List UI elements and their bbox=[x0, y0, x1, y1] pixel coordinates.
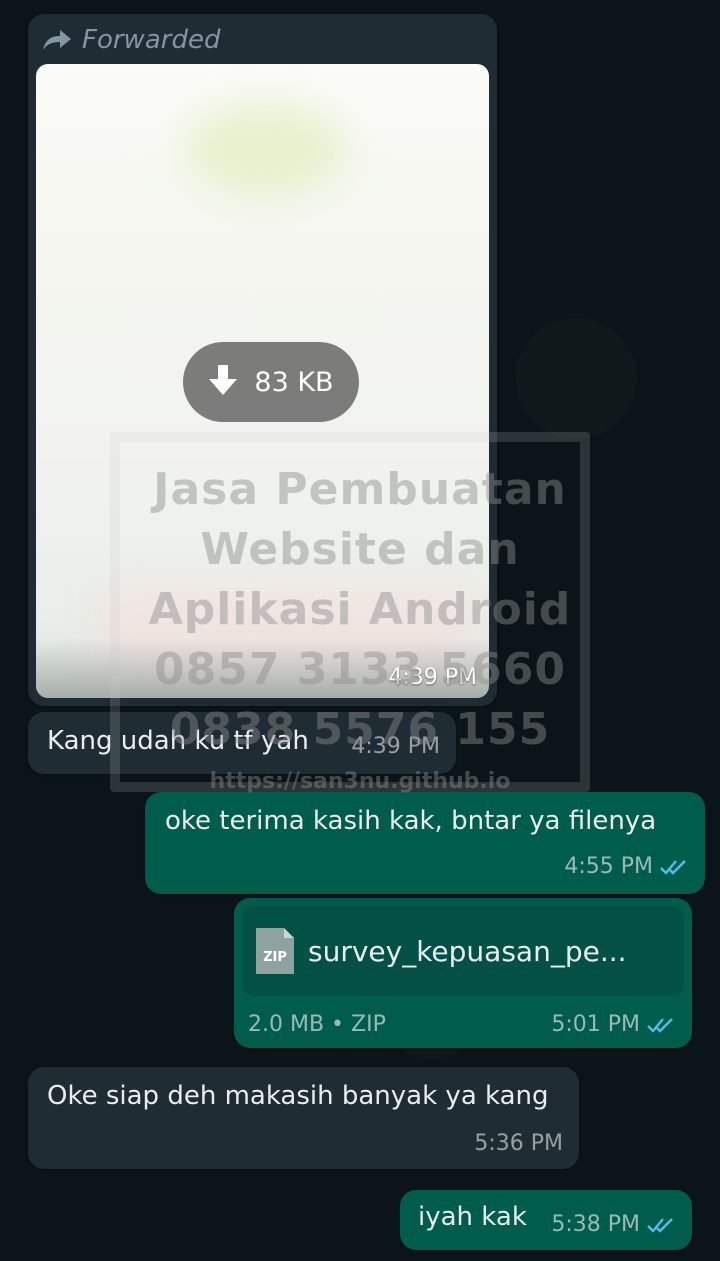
message-time: 5:36 PM bbox=[474, 1131, 563, 1156]
file-info: 2.0 MB • ZIP bbox=[248, 1012, 386, 1037]
message-text: oke terima kasih kak, bntar ya filenya bbox=[165, 806, 657, 836]
incoming-message[interactable]: Oke siap deh makasih banyak ya kang 5:36… bbox=[28, 1067, 579, 1169]
svg-text:ZIP: ZIP bbox=[263, 950, 287, 965]
read-ticks-icon bbox=[647, 1217, 673, 1233]
message-meta: 5:01 PM bbox=[551, 1012, 676, 1037]
file-name: survey_kepuasan_pe... bbox=[308, 934, 627, 968]
forwarded-image-message[interactable]: Forwarded 83 KB 4:39 PM bbox=[28, 14, 497, 706]
message-meta: 5:36 PM bbox=[474, 1131, 563, 1156]
read-ticks-icon bbox=[660, 859, 686, 875]
read-ticks-icon bbox=[647, 1017, 673, 1033]
download-button[interactable]: 83 KB bbox=[183, 342, 359, 422]
download-arrow-icon bbox=[209, 365, 238, 395]
forwarded-indicator: Forwarded bbox=[42, 24, 220, 56]
message-text: Oke siap deh makasih banyak ya kang bbox=[47, 1081, 549, 1111]
message-text: iyah kak bbox=[418, 1202, 527, 1232]
incoming-message[interactable]: Kang udah ku tf yah 4:39 PM bbox=[28, 712, 456, 774]
message-time: 4:39 PM bbox=[388, 665, 477, 690]
message-meta: 4:39 PM bbox=[351, 734, 440, 759]
message-meta: 4:55 PM bbox=[564, 854, 689, 879]
message-text: Kang udah ku tf yah bbox=[47, 726, 309, 756]
download-size: 83 KB bbox=[254, 366, 334, 398]
message-meta: 5:38 PM bbox=[551, 1212, 676, 1237]
forwarded-label: Forwarded bbox=[82, 25, 221, 55]
zip-file-icon: ZIP bbox=[256, 928, 294, 974]
forward-arrow-icon bbox=[43, 30, 71, 50]
message-time: 5:38 PM bbox=[551, 1212, 640, 1237]
outgoing-file-message[interactable]: ZIP survey_kepuasan_pe... 2.0 MB • ZIP 5… bbox=[234, 898, 692, 1048]
file-attachment[interactable]: ZIP survey_kepuasan_pe... bbox=[242, 906, 684, 996]
outgoing-message[interactable]: oke terima kasih kak, bntar ya filenya 4… bbox=[145, 792, 705, 894]
message-time: 5:01 PM bbox=[551, 1012, 640, 1037]
message-time: 4:39 PM bbox=[351, 734, 440, 759]
outgoing-message[interactable]: iyah kak 5:38 PM bbox=[400, 1190, 692, 1250]
blurred-image-thumbnail[interactable]: 83 KB 4:39 PM bbox=[36, 64, 489, 698]
message-time: 4:55 PM bbox=[564, 854, 653, 879]
